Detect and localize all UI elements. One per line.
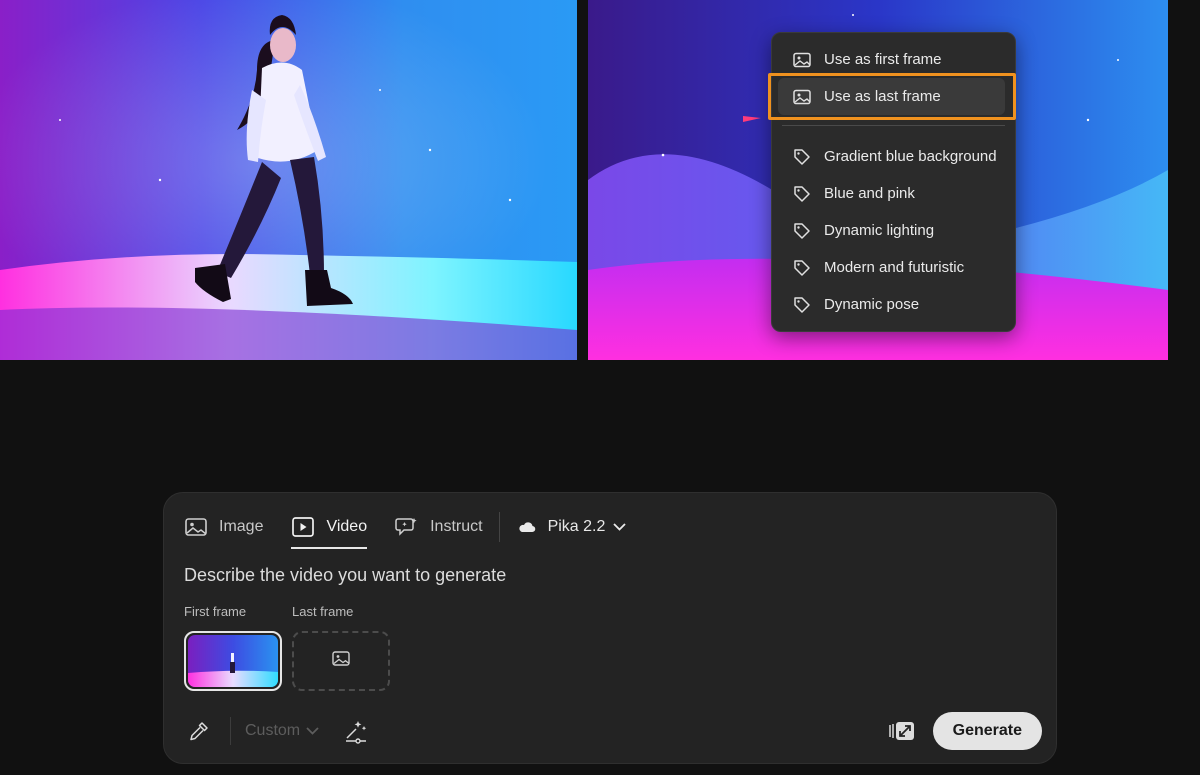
style-dropdown[interactable]: Custom xyxy=(245,722,319,740)
tag-label: Modern and futuristic xyxy=(824,259,965,276)
menu-item-label: Use as first frame xyxy=(824,51,942,68)
tag-label: Dynamic pose xyxy=(824,296,920,313)
tab-divider xyxy=(498,512,500,542)
image-placeholder-icon xyxy=(332,651,350,671)
menu-divider xyxy=(782,125,1005,126)
menu-tag-dynamic-lighting[interactable]: Dynamic lighting xyxy=(772,212,1005,249)
cloud-icon xyxy=(518,517,538,537)
last-frame-label: Last frame xyxy=(292,604,354,619)
image-icon xyxy=(792,50,812,70)
first-frame-thumbnail xyxy=(188,635,278,687)
tag-icon xyxy=(792,147,812,167)
tag-icon xyxy=(792,184,812,204)
first-frame-label: First frame xyxy=(184,604,247,619)
menu-tag-blue-and-pink[interactable]: Blue and pink xyxy=(772,175,1005,212)
menu-tag-dynamic-pose[interactable]: Dynamic pose xyxy=(772,286,1005,323)
menu-tag-gradient-blue-background[interactable]: Gradient blue background xyxy=(772,138,1005,175)
generate-panel: Image Video Instruct Pika 2.2 Describe t… xyxy=(163,492,1057,764)
image-icon xyxy=(184,515,208,539)
tab-video[interactable]: Video xyxy=(291,511,368,549)
toolbar-divider xyxy=(230,717,231,745)
instruct-chat-icon xyxy=(395,515,419,539)
effects-settings-icon[interactable] xyxy=(341,716,371,746)
tag-icon xyxy=(792,258,812,278)
menu-item-use-as-first-frame[interactable]: Use as first frame xyxy=(772,41,1005,78)
panel-toolbar: Custom Generate xyxy=(184,711,1042,751)
tag-icon xyxy=(792,221,812,241)
generated-image-left[interactable] xyxy=(0,0,577,360)
image-icon xyxy=(792,87,812,107)
chevron-down-icon xyxy=(613,520,627,534)
tab-label: Instruct xyxy=(430,518,483,535)
image-walking-woman xyxy=(0,0,577,360)
tag-label: Gradient blue background xyxy=(824,148,997,165)
first-frame-slot[interactable] xyxy=(184,631,282,691)
style-label: Custom xyxy=(245,722,301,739)
video-play-icon xyxy=(291,515,315,539)
model-selector[interactable]: Pika 2.2 xyxy=(518,517,628,537)
eyedropper-icon[interactable] xyxy=(184,716,214,746)
image-context-menu: Use as first frame Use as last frame Gra… xyxy=(771,32,1016,332)
menu-item-label: Use as last frame xyxy=(824,88,941,105)
model-label: Pika 2.2 xyxy=(547,518,606,535)
mode-tabs: Image Video Instruct Pika 2.2 xyxy=(184,511,628,549)
menu-item-use-as-last-frame[interactable]: Use as last frame xyxy=(778,78,1005,115)
chevron-down-icon xyxy=(306,727,319,735)
last-frame-slot[interactable] xyxy=(292,631,390,691)
tag-icon xyxy=(792,295,812,315)
generate-button[interactable]: Generate xyxy=(932,712,1042,750)
menu-tag-modern-and-futuristic[interactable]: Modern and futuristic xyxy=(772,249,1005,286)
tab-label: Video xyxy=(326,518,368,535)
prompt-input[interactable]: Describe the video you want to generate xyxy=(184,565,506,586)
tag-label: Blue and pink xyxy=(824,185,915,202)
tab-label: Image xyxy=(219,518,264,535)
video-motion-icon[interactable] xyxy=(887,716,917,746)
tab-instruct[interactable]: Instruct xyxy=(395,511,483,543)
tag-label: Dynamic lighting xyxy=(824,222,935,239)
tab-image[interactable]: Image xyxy=(184,511,263,543)
